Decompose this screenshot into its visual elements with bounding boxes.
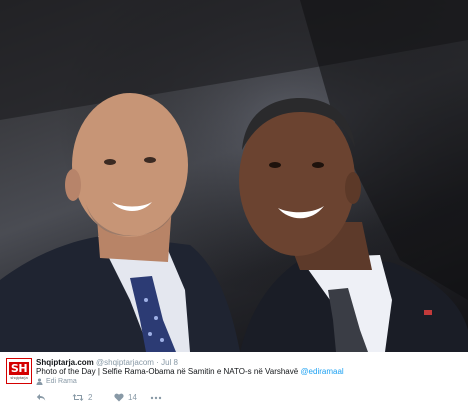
retweeted-by: Edi Rama — [36, 377, 77, 386]
reply-button[interactable] — [36, 392, 72, 403]
tweet-text: Photo of the Day | Selfie Rama-Obama në … — [36, 367, 344, 377]
selfie-photo — [0, 0, 468, 352]
author-name[interactable]: Shqiptarja.com — [36, 358, 94, 367]
retweet-icon — [72, 394, 84, 401]
like-button[interactable]: 14 — [114, 392, 150, 403]
tweet-body: Photo of the Day | Selfie Rama-Obama në … — [36, 367, 299, 376]
retweet-button[interactable]: 2 — [72, 392, 114, 403]
more-button[interactable] — [150, 392, 162, 403]
like-count: 14 — [128, 393, 137, 402]
avatar[interactable]: SH shqiptarja — [6, 358, 32, 384]
heart-icon — [114, 393, 124, 402]
separator: · — [156, 358, 159, 367]
tweet-photo[interactable] — [0, 0, 468, 352]
tweet-actions: 2 14 — [36, 392, 162, 403]
logo-text: SH — [8, 362, 30, 375]
timestamp[interactable]: Jul 8 — [161, 358, 178, 367]
author-handle[interactable]: @shqiptarjacom — [96, 358, 154, 367]
mention-link[interactable]: @ediramaal — [300, 367, 343, 376]
more-icon — [150, 396, 162, 399]
tweet-card: SH shqiptarja Shqiptarja.com @shqiptarja… — [0, 352, 468, 409]
reply-icon — [36, 394, 46, 401]
retweeter-name[interactable]: Edi Rama — [46, 377, 77, 386]
logo-subtext: shqiptarja — [10, 375, 28, 380]
retweet-count: 2 — [88, 393, 93, 402]
person-icon — [36, 378, 43, 385]
